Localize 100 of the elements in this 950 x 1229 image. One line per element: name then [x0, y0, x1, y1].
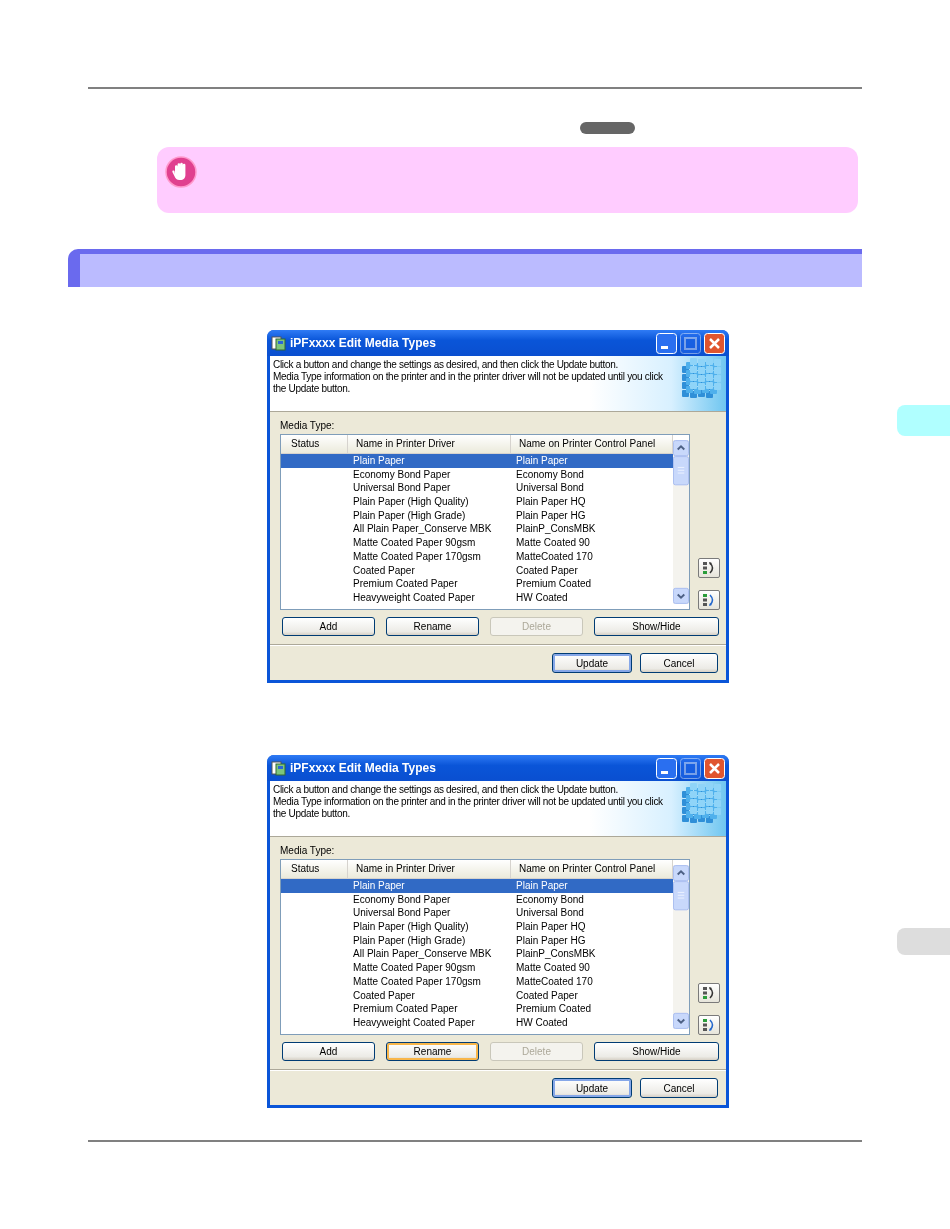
panel-name: Economy Bond: [515, 892, 585, 907]
action-button[interactable]: Show/Hide: [594, 617, 719, 636]
window-title: iPFxxxx Edit Media Types: [290, 336, 437, 350]
panel-name: Matte Coated 90: [515, 536, 591, 550]
panel-name: Universal Bond: [515, 906, 585, 921]
list-row[interactable]: Coated Paper Coated Paper: [281, 563, 673, 578]
document-icon: [271, 335, 287, 351]
panel-name: Plain Paper: [515, 454, 569, 468]
driver-name: Plain Paper (High Grade): [352, 933, 467, 948]
panel-name: Premium Coated: [515, 1002, 593, 1016]
window-title: iPFxxxx Edit Media Types: [290, 761, 437, 775]
list-row[interactable]: Plain Paper (High Grade) Plain Paper HG: [281, 933, 673, 948]
list-row[interactable]: Universal Bond Paper Universal Bond: [281, 906, 673, 921]
driver-name: Premium Coated Paper: [352, 1002, 459, 1016]
action-button[interactable]: Add: [282, 617, 375, 636]
list-row[interactable]: All Plain Paper_Conserve MBK PlainP_ConsMBK: [281, 522, 673, 537]
list-row[interactable]: Coated Paper Coated Paper: [281, 988, 673, 1003]
column-header[interactable]: Name in Printer Driver: [348, 435, 511, 453]
list-row[interactable]: Premium Coated Paper Premium Coated: [281, 1002, 673, 1016]
driver-name: Heavyweight Coated Paper: [352, 1015, 476, 1030]
panel-name: Economy Bond: [515, 467, 585, 482]
list-row[interactable]: Plain Paper (High Quality) Plain Paper HQ: [281, 495, 673, 509]
driver-name: All Plain Paper_Conserve MBK: [352, 522, 493, 537]
panel-name: Universal Bond: [515, 481, 585, 496]
panel-name: MatteCoated 170: [515, 549, 594, 564]
list-row[interactable]: Matte Coated Paper 90gsm Matte Coated 90: [281, 961, 673, 975]
document-icon: [271, 760, 287, 776]
list-row[interactable]: Economy Bond Paper Economy Bond: [281, 467, 673, 482]
column-header[interactable]: Name in Printer Driver: [348, 860, 511, 878]
driver-name: Coated Paper: [352, 988, 416, 1003]
action-button[interactable]: Add: [282, 1042, 375, 1061]
driver-name: Matte Coated Paper 170gsm: [352, 974, 482, 989]
dialog-button[interactable]: Update: [552, 653, 632, 673]
driver-name: Economy Bond Paper: [352, 467, 452, 482]
column-header[interactable]: Status: [281, 435, 348, 453]
panel-name: Plain Paper HQ: [515, 920, 587, 934]
driver-name: Universal Bond Paper: [352, 906, 452, 921]
list-label: Media Type:: [279, 844, 335, 856]
instruction-text: Click a button and change the settings as desired, and then click the Update button. Media Type information on the printer and in the printer driver will not be updated until you click the Update button.: [272, 783, 663, 820]
driver-name: Heavyweight Coated Paper: [352, 590, 476, 605]
list-up-button[interactable]: [698, 558, 720, 578]
key-marker: [580, 122, 635, 134]
list-down-button[interactable]: [698, 1015, 720, 1035]
instruction-text: Click a button and change the settings as desired, and then click the Update button. Media Type information on the printer and in the printer driver will not be updated until you click the Update button.: [272, 358, 663, 395]
panel-name: Premium Coated: [515, 577, 593, 591]
panel-name: Plain Paper: [515, 879, 569, 893]
close-button[interactable]: [704, 757, 725, 779]
list-up-button[interactable]: [698, 983, 720, 1003]
list-row[interactable]: All Plain Paper_Conserve MBK PlainP_ConsMBK: [281, 947, 673, 962]
list-row[interactable]: Premium Coated Paper Premium Coated: [281, 577, 673, 591]
list-down-button[interactable]: [698, 590, 720, 610]
column-header[interactable]: Status: [281, 860, 348, 878]
driver-name: Plain Paper: [352, 879, 406, 893]
list-row[interactable]: Universal Bond Paper Universal Bond: [281, 481, 673, 496]
driver-name: Matte Coated Paper 170gsm: [352, 549, 482, 564]
list-arrow-icon: [702, 593, 716, 607]
list-row[interactable]: Plain Paper Plain Paper: [281, 879, 673, 893]
action-button[interactable]: Rename: [386, 617, 479, 636]
panel-name: HW Coated: [515, 590, 569, 605]
list-arrow-icon: [702, 561, 716, 575]
list-arrow-icon: [702, 1018, 716, 1032]
minimize-button[interactable]: [656, 332, 677, 354]
action-button[interactable]: Show/Hide: [594, 1042, 719, 1061]
panel-name: Plain Paper HG: [515, 508, 587, 523]
close-button[interactable]: [704, 332, 725, 354]
panel-name: HW Coated: [515, 1015, 569, 1030]
panel-name: Matte Coated 90: [515, 961, 591, 975]
list-row[interactable]: Plain Paper (High Quality) Plain Paper HQ: [281, 920, 673, 934]
driver-name: All Plain Paper_Conserve MBK: [352, 947, 493, 962]
dialog-button[interactable]: Cancel: [640, 1078, 718, 1098]
panel-name: Plain Paper HG: [515, 933, 587, 948]
panel-name: Plain Paper HQ: [515, 495, 587, 509]
list-arrow-icon: [702, 986, 716, 1000]
list-row[interactable]: Heavyweight Coated Paper HW Coated: [281, 1015, 673, 1030]
minimize-button[interactable]: [656, 757, 677, 779]
driver-name: Plain Paper (High Grade): [352, 508, 467, 523]
list-row[interactable]: Economy Bond Paper Economy Bond: [281, 892, 673, 907]
panel-name: Coated Paper: [515, 988, 579, 1003]
driver-name: Matte Coated Paper 90gsm: [352, 536, 477, 550]
driver-name: Plain Paper (High Quality): [352, 920, 470, 934]
dialog-button[interactable]: Cancel: [640, 653, 718, 673]
panel-name: PlainP_ConsMBK: [515, 522, 597, 537]
list-row[interactable]: Plain Paper (High Grade) Plain Paper HG: [281, 508, 673, 523]
panel-name: Coated Paper: [515, 563, 579, 578]
panel-name: MatteCoated 170: [515, 974, 594, 989]
action-button[interactable]: Rename: [386, 1042, 479, 1061]
driver-name: Plain Paper (High Quality): [352, 495, 470, 509]
hand-icon: [165, 156, 197, 188]
list-row[interactable]: Matte Coated Paper 170gsm MatteCoated 170: [281, 549, 673, 564]
driver-name: Coated Paper: [352, 563, 416, 578]
list-row[interactable]: Matte Coated Paper 90gsm Matte Coated 90: [281, 536, 673, 550]
driver-name: Economy Bond Paper: [352, 892, 452, 907]
list-row[interactable]: Matte Coated Paper 170gsm MatteCoated 170: [281, 974, 673, 989]
driver-name: Universal Bond Paper: [352, 481, 452, 496]
driver-name: Plain Paper: [352, 454, 406, 468]
list-row[interactable]: Heavyweight Coated Paper HW Coated: [281, 590, 673, 605]
dialog-button[interactable]: Update: [552, 1078, 632, 1098]
panel-name: PlainP_ConsMBK: [515, 947, 597, 962]
driver-name: Matte Coated Paper 90gsm: [352, 961, 477, 975]
list-row[interactable]: Plain Paper Plain Paper: [281, 454, 673, 468]
